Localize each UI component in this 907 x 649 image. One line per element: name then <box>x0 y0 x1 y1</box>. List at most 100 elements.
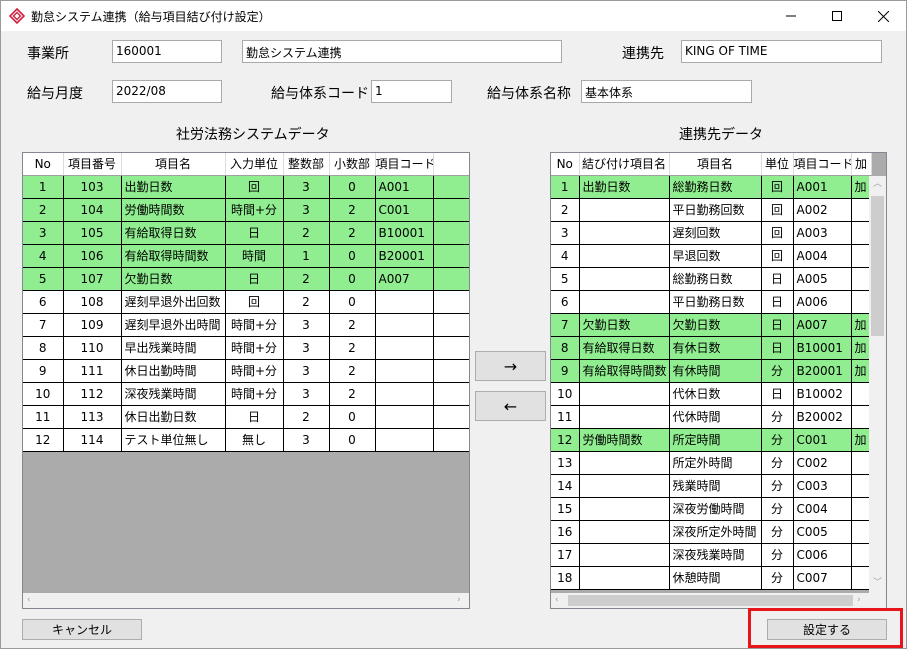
cell-linked-item-name[interactable] <box>579 474 670 498</box>
column-header[interactable]: 項目コード <box>793 153 852 176</box>
cell-unit[interactable]: 回 <box>761 175 794 199</box>
cell-no[interactable]: 1 <box>551 175 580 199</box>
cell-item-code[interactable]: C004 <box>793 497 852 521</box>
cell-decimal-digits[interactable]: 0 <box>329 405 376 429</box>
cell-unit[interactable]: 分 <box>761 451 794 475</box>
cell-item-name[interactable]: 平日勤務回数 <box>669 198 762 222</box>
cell-item-code[interactable] <box>375 382 434 406</box>
cell-item-code[interactable] <box>375 428 434 452</box>
cell-item-no[interactable]: 108 <box>63 290 122 314</box>
cell-item-name[interactable]: 有給取得時間数 <box>121 244 226 268</box>
table-row[interactable]: 8 有給取得日数 有休日数日 B10001 加 <box>551 336 872 360</box>
cell-item-code[interactable]: C002 <box>793 451 852 475</box>
cell-linked-item-name[interactable] <box>579 405 670 429</box>
cell-item-name[interactable]: 欠勤日数 <box>669 313 762 337</box>
cell-linked-item-name[interactable]: 有給取得日数 <box>579 336 670 360</box>
cell-no[interactable]: 5 <box>23 267 64 291</box>
cell-decimal-digits[interactable]: 2 <box>329 336 376 360</box>
table-row[interactable]: 13 所定外時間分 C002 <box>551 451 872 475</box>
cell-no[interactable]: 7 <box>23 313 64 337</box>
cell-item-name[interactable]: 遅刻早退外出回数 <box>121 290 226 314</box>
cell-add-flag[interactable]: 加 <box>851 359 872 383</box>
cell-decimal-digits[interactable]: 0 <box>329 175 376 199</box>
cell-no[interactable]: 11 <box>23 405 64 429</box>
table-row[interactable]: 11 113 休日出勤日数日 2 0 <box>23 405 469 429</box>
link-left-button[interactable]: ← <box>475 391 546 421</box>
cell-item-no[interactable]: 106 <box>63 244 122 268</box>
cell-linked-item-name[interactable] <box>579 290 670 314</box>
cell-linked-item-name[interactable]: 労働時間数 <box>579 428 670 452</box>
cell-linked-item-name[interactable] <box>579 566 670 590</box>
cell-item-code[interactable]: B20002 <box>793 405 852 429</box>
cell-unit[interactable]: 日 <box>761 382 794 406</box>
cell-unit[interactable]: 回 <box>761 198 794 222</box>
cell-no[interactable]: 14 <box>551 474 580 498</box>
cell-item-no[interactable]: 113 <box>63 405 122 429</box>
cell-unit[interactable]: 分 <box>761 497 794 521</box>
cell-add-flag[interactable] <box>851 198 872 222</box>
cell-item-name[interactable]: 深夜残業時間 <box>669 543 762 567</box>
cell-linked-item-name[interactable] <box>579 244 670 268</box>
cell-input-unit[interactable]: 回 <box>225 290 284 314</box>
cell-item-no[interactable]: 109 <box>63 313 122 337</box>
cell-integer-digits[interactable]: 2 <box>283 267 330 291</box>
cell-no[interactable]: 4 <box>23 244 64 268</box>
table-row[interactable]: 12 労働時間数 所定時間分 C001 加 <box>551 428 872 452</box>
column-header[interactable]: 単位 <box>761 153 794 176</box>
cell-item-name[interactable]: 休日出勤時間 <box>121 359 226 383</box>
cell-decimal-digits[interactable]: 0 <box>329 428 376 452</box>
cell-integer-digits[interactable]: 3 <box>283 382 330 406</box>
cell-item-name[interactable]: 有給取得日数 <box>121 221 226 245</box>
cell-item-code[interactable]: C005 <box>793 520 852 544</box>
cell-no[interactable]: 7 <box>551 313 580 337</box>
hscroll-thumb[interactable] <box>568 595 853 606</box>
cell-linked-item-name[interactable]: 有給取得時間数 <box>579 359 670 383</box>
cell-item-name[interactable]: 遅刻回数 <box>669 221 762 245</box>
cell-integer-digits[interactable]: 3 <box>283 313 330 337</box>
column-header[interactable]: 項目コード <box>375 153 434 176</box>
column-header[interactable]: 結び付け項目名 <box>579 153 670 176</box>
scroll-right-arrow-icon[interactable]: › <box>457 596 461 605</box>
table-row[interactable]: 14 残業時間分 C003 <box>551 474 872 498</box>
cell-input-unit[interactable]: 時間+分 <box>225 313 284 337</box>
cancel-button[interactable]: キャンセル <box>22 619 142 640</box>
column-header[interactable]: 項目名 <box>669 153 762 176</box>
cell-add-flag[interactable] <box>851 451 872 475</box>
cell-add-flag[interactable]: 加 <box>851 313 872 337</box>
cell-integer-digits[interactable]: 2 <box>283 405 330 429</box>
cell-item-name[interactable]: 平日勤務日数 <box>669 290 762 314</box>
scroll-left-arrow-icon[interactable]: ‹ <box>27 596 31 605</box>
cell-integer-digits[interactable]: 3 <box>283 336 330 360</box>
column-header[interactable]: 項目名 <box>121 153 226 176</box>
cell-no[interactable]: 16 <box>551 520 580 544</box>
cell-item-name[interactable]: 有休日数 <box>669 336 762 360</box>
table-row[interactable]: 5 総勤務日数日 A005 <box>551 267 872 291</box>
cell-linked-item-name[interactable] <box>579 382 670 406</box>
cell-unit[interactable]: 分 <box>761 543 794 567</box>
cell-item-code[interactable]: A007 <box>793 313 852 337</box>
cell-add-flag[interactable] <box>851 221 872 245</box>
cell-item-no[interactable]: 104 <box>63 198 122 222</box>
table-row[interactable]: 17 深夜残業時間分 C006 <box>551 543 872 567</box>
cell-linked-item-name[interactable] <box>579 520 670 544</box>
cell-item-code[interactable]: C007 <box>793 566 852 590</box>
cell-decimal-digits[interactable]: 0 <box>329 267 376 291</box>
cell-add-flag[interactable] <box>851 543 872 567</box>
cell-add-flag[interactable] <box>851 566 872 590</box>
close-button[interactable] <box>860 1 906 31</box>
cell-item-no[interactable]: 111 <box>63 359 122 383</box>
cell-unit[interactable]: 分 <box>761 405 794 429</box>
table-row[interactable]: 9 111 休日出勤時間 時間+分 3 2 <box>23 359 469 383</box>
cell-integer-digits[interactable]: 3 <box>283 428 330 452</box>
table-row[interactable]: 9 有給取得時間数 有休時間分 B20001 加 <box>551 359 872 383</box>
table-row[interactable]: 1 103 出勤日数回 3 0 A001 <box>23 175 469 199</box>
column-header[interactable]: No <box>551 153 580 176</box>
cell-item-code[interactable]: C003 <box>793 474 852 498</box>
cell-no[interactable]: 2 <box>551 198 580 222</box>
cell-item-name[interactable]: 残業時間 <box>669 474 762 498</box>
cell-add-flag[interactable] <box>851 474 872 498</box>
cell-item-name[interactable]: 休憩時間 <box>669 566 762 590</box>
link-right-button[interactable]: → <box>475 351 546 381</box>
system-code-field[interactable]: 1 <box>371 80 452 103</box>
table-row[interactable]: 18 休憩時間分 C007 <box>551 566 872 590</box>
